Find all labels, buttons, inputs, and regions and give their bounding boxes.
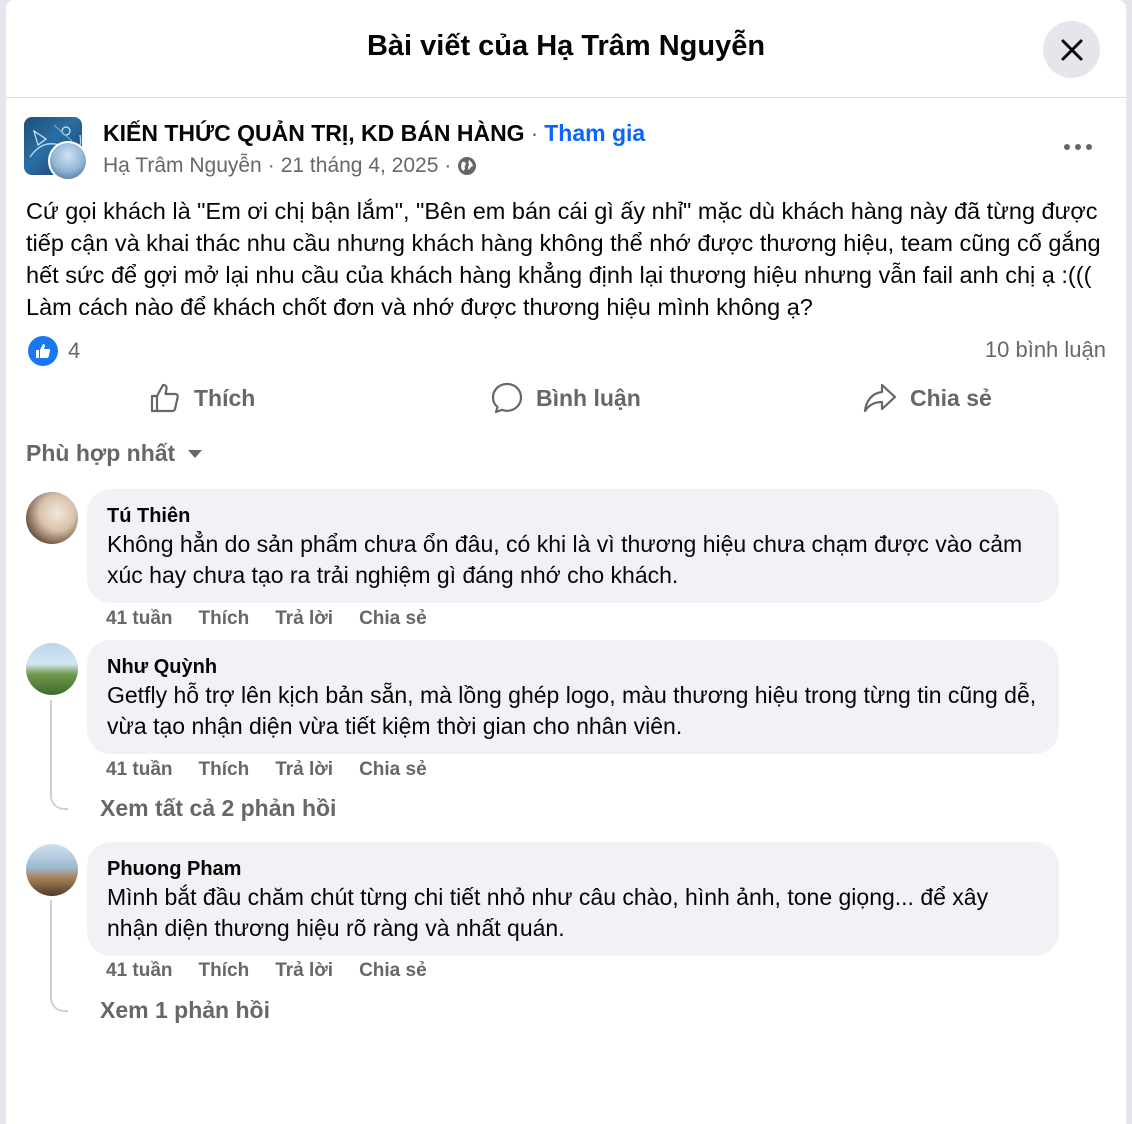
comment-count-link[interactable]: 10 bình luận (985, 337, 1106, 363)
reaction-count: 4 (68, 338, 81, 363)
dialog-title: Bài viết của Hạ Trâm Nguyễn (366, 30, 766, 62)
commenter-avatar[interactable] (26, 492, 78, 544)
post-body-text: Cứ gọi khách là "Em ơi chị bận lắm", "Bê… (26, 198, 1101, 320)
reactions-summary[interactable]: 4 (28, 336, 80, 366)
close-icon (1061, 39, 1082, 60)
comment-share-button[interactable]: Chia sẻ (359, 960, 427, 982)
more-dots-icon (1064, 144, 1092, 150)
author-name-link[interactable]: Hạ Trâm Nguyễn (103, 154, 262, 178)
comment-reply-button[interactable]: Trả lời (275, 759, 333, 781)
comment-timestamp[interactable]: 41 tuần (106, 759, 173, 781)
commenter-avatar[interactable] (26, 643, 78, 695)
separator-dot: · (444, 154, 452, 177)
post-meta: Hạ Trâm Nguyễn · 21 tháng 4, 2025 · (103, 154, 477, 178)
comment-reply-button[interactable]: Trả lời (275, 608, 333, 630)
comment-like-button[interactable]: Thích (199, 960, 250, 982)
comment-timestamp[interactable]: 41 tuần (106, 608, 173, 630)
comment-text: Getfly hỗ trợ lên kịch bản sẵn, mà lồng … (107, 682, 1037, 739)
comment-actions: 41 tuần Thích Trả lời Chia sẻ (106, 608, 453, 630)
like-button[interactable]: Thích (148, 381, 255, 415)
separator-dot: · (267, 154, 275, 177)
close-button[interactable] (1043, 21, 1100, 78)
comment-author[interactable]: Như Quỳnh (107, 654, 1039, 680)
like-button-label: Thích (194, 384, 256, 411)
comment-bubble: Phuong Pham Mình bắt đầu chăm chút từng … (87, 842, 1059, 956)
comment-bubble: Tú Thiên Không hẳn do sản phẩm chưa ổn đ… (87, 489, 1059, 603)
comment-share-button[interactable]: Chia sẻ (359, 759, 427, 781)
commenter-avatar[interactable] (26, 844, 78, 896)
comment-text: Mình bắt đầu chăm chút từng chi tiết nhỏ… (107, 884, 989, 941)
sort-label: Phù hợp nhất (26, 440, 176, 466)
more-options-button[interactable] (1058, 132, 1098, 162)
post-date-link[interactable]: 21 tháng 4, 2025 (281, 154, 439, 178)
post-dialog: Bài viết của Hạ Trâm Nguyễn KIẾN THỨC QU… (6, 0, 1126, 1124)
comment-actions: 41 tuần Thích Trả lời Chia sẻ (106, 960, 453, 982)
comment-share-button[interactable]: Chia sẻ (359, 608, 427, 630)
group-avatar[interactable] (24, 117, 88, 181)
share-button[interactable]: Chia sẻ (862, 381, 992, 415)
reply-thread-line (50, 700, 68, 810)
comment-bubble-icon (491, 382, 523, 414)
comment-sort-dropdown[interactable]: Phù hợp nhất (26, 440, 203, 467)
thumbs-up-icon (150, 383, 179, 413)
join-group-link[interactable]: Tham gia (544, 120, 645, 146)
comment-text: Không hẳn do sản phẩm chưa ổn đâu, có kh… (107, 531, 1023, 588)
comment-like-button[interactable]: Thích (199, 608, 250, 630)
comment-actions: 41 tuần Thích Trả lời Chia sẻ (106, 759, 453, 781)
comment-button[interactable]: Bình luận (490, 381, 641, 415)
comment-bubble: Như Quỳnh Getfly hỗ trợ lên kịch bản sẵn… (87, 640, 1059, 754)
view-replies-link[interactable]: Xem tất cả 2 phản hồi (100, 795, 336, 822)
globe-icon (458, 157, 477, 175)
reply-thread-line (50, 900, 68, 1012)
comment-reply-button[interactable]: Trả lời (275, 960, 333, 982)
group-name-link[interactable]: KIẾN THỨC QUẢN TRỊ, KD BÁN HÀNG (103, 120, 525, 146)
separator-dot: · (530, 120, 539, 146)
view-replies-link[interactable]: Xem 1 phản hồi (100, 997, 270, 1024)
post-header-line: KIẾN THỨC QUẢN TRỊ, KD BÁN HÀNG · Tham gia (103, 120, 645, 147)
comment-timestamp[interactable]: 41 tuần (106, 960, 173, 982)
comment-author[interactable]: Tú Thiên (107, 503, 1039, 529)
comment-like-button[interactable]: Thích (199, 759, 250, 781)
author-avatar[interactable] (48, 141, 88, 181)
post-action-bar: Thích Bình luận Chia sẻ (6, 375, 1126, 425)
caret-down-icon (188, 449, 203, 458)
comment-author[interactable]: Phuong Pham (107, 856, 1039, 882)
share-button-label: Chia sẻ (910, 384, 992, 411)
comment-button-label: Bình luận (536, 384, 641, 411)
dialog-header: Bài viết của Hạ Trâm Nguyễn (6, 0, 1126, 98)
like-reaction-icon (28, 336, 58, 366)
share-arrow-icon (863, 383, 897, 413)
